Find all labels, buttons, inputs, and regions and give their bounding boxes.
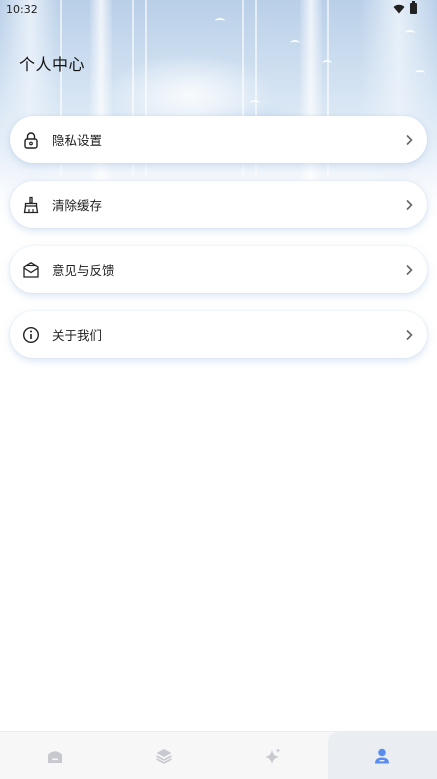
status-time: 10:32 — [6, 3, 38, 16]
user-icon — [375, 748, 390, 763]
page-title: 个人中心 — [19, 55, 86, 74]
chevron-right-icon — [403, 199, 415, 211]
menu-item-about-us[interactable]: 关于我们 — [10, 311, 427, 358]
menu-item-label: 意见与反馈 — [52, 263, 115, 278]
menu-item-clear-cache[interactable]: 清除缓存 — [10, 181, 427, 228]
lock-icon — [21, 130, 41, 150]
tab-home[interactable] — [0, 732, 109, 779]
chevron-right-icon — [403, 264, 415, 276]
chevron-right-icon — [403, 329, 415, 341]
tab-sparkle[interactable] — [219, 732, 328, 779]
tab-profile[interactable] — [327, 732, 437, 779]
menu-item-label: 清除缓存 — [52, 198, 103, 213]
bird — [290, 40, 300, 46]
mail-icon — [21, 260, 41, 280]
bird — [322, 60, 332, 66]
status-icons — [393, 1, 417, 14]
sparkle-icon — [265, 747, 281, 764]
menu-item-feedback[interactable]: 意见与反馈 — [10, 246, 427, 293]
chevron-right-icon — [403, 134, 415, 146]
menu-item-label: 关于我们 — [52, 328, 103, 343]
layers-icon — [155, 748, 172, 764]
wifi-icon — [393, 4, 405, 13]
info-icon — [21, 325, 41, 345]
bird — [415, 70, 425, 76]
bird — [250, 100, 260, 106]
tab-layers[interactable] — [109, 732, 218, 779]
bottom-tab-bar — [0, 731, 437, 779]
menu-item-label: 隐私设置 — [52, 133, 103, 148]
broom-icon — [21, 195, 41, 215]
home-icon — [47, 750, 62, 763]
bird — [405, 30, 415, 36]
status-bar: 10:32 — [0, 0, 437, 20]
menu-item-privacy-settings[interactable]: 隐私设置 — [10, 116, 427, 163]
battery-icon — [410, 1, 417, 14]
